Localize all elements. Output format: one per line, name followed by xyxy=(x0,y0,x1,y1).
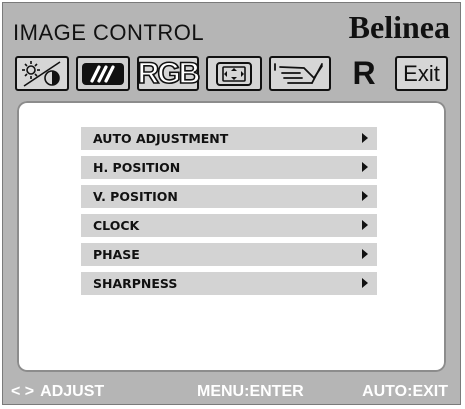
exit-label: EXIT xyxy=(412,383,448,400)
left-right-arrows-icon: < > xyxy=(11,383,35,400)
tab-strip: RGB R Exit xyxy=(15,55,448,93)
footer-hints: < > ADJUST MENU:ENTER AUTO:EXIT xyxy=(3,379,460,404)
geometry-icon xyxy=(216,61,252,86)
recall-tab-label: R xyxy=(352,55,376,91)
page-title: IMAGE CONTROL xyxy=(13,20,205,45)
tab-exit[interactable]: Exit xyxy=(395,56,448,91)
menu-item-phase[interactable]: PHASE xyxy=(81,243,377,266)
adjust-label: ADJUST xyxy=(40,383,105,400)
adjust-hint: < > ADJUST xyxy=(11,383,104,401)
tab-rgb[interactable]: RGB xyxy=(137,56,201,91)
menu-item-auto-adjustment[interactable]: AUTO ADJUSTMENT xyxy=(81,127,377,150)
menu-item-label: PHASE xyxy=(93,247,140,262)
auto-exit-hint: AUTO:EXIT xyxy=(362,383,448,401)
brightness-contrast-icon xyxy=(22,60,61,87)
brand-logo: Belinea xyxy=(348,9,450,45)
menu-item-label: V. POSITION xyxy=(93,189,178,204)
arrow-right-icon xyxy=(362,191,368,201)
arrow-right-icon xyxy=(362,133,368,143)
arrow-right-icon xyxy=(362,220,368,230)
tab-geometry[interactable] xyxy=(206,56,262,91)
menu-item-label: CLOCK xyxy=(93,218,140,233)
tab-osd-setup[interactable] xyxy=(269,56,331,91)
tab-recall[interactable]: R xyxy=(338,55,390,91)
menu-panel: AUTO ADJUSTMENT H. POSITION V. POSITION … xyxy=(17,101,446,372)
tab-brightness-contrast[interactable] xyxy=(15,56,69,91)
arrow-right-icon xyxy=(362,278,368,288)
menu-item-v-position[interactable]: V. POSITION xyxy=(81,185,377,208)
title-bar: IMAGE CONTROL Belinea xyxy=(3,3,460,49)
exit-tab-label: Exit xyxy=(403,60,440,86)
image-control-icon xyxy=(82,62,124,85)
tab-image-control[interactable] xyxy=(76,56,130,91)
menu-item-label: H. POSITION xyxy=(93,160,181,175)
arrow-right-icon xyxy=(362,162,368,172)
menu-key: MENU xyxy=(197,383,245,400)
auto-key: AUTO xyxy=(362,383,408,400)
osd-window: IMAGE CONTROL Belinea RGB R Exit AUTO AD… xyxy=(2,2,461,405)
menu-item-sharpness[interactable]: SHARPNESS xyxy=(81,272,377,295)
arrow-right-icon xyxy=(362,249,368,259)
menu-enter-hint: MENU:ENTER xyxy=(197,383,304,401)
menu-list: AUTO ADJUSTMENT H. POSITION V. POSITION … xyxy=(81,127,377,301)
menu-item-label: SHARPNESS xyxy=(93,276,178,291)
osd-setup-icon xyxy=(274,62,323,84)
enter-label: ENTER xyxy=(249,383,304,400)
menu-item-h-position[interactable]: H. POSITION xyxy=(81,156,377,179)
menu-item-label: AUTO ADJUSTMENT xyxy=(93,131,229,146)
menu-item-clock[interactable]: CLOCK xyxy=(81,214,377,237)
rgb-tab-label: RGB xyxy=(137,56,201,91)
